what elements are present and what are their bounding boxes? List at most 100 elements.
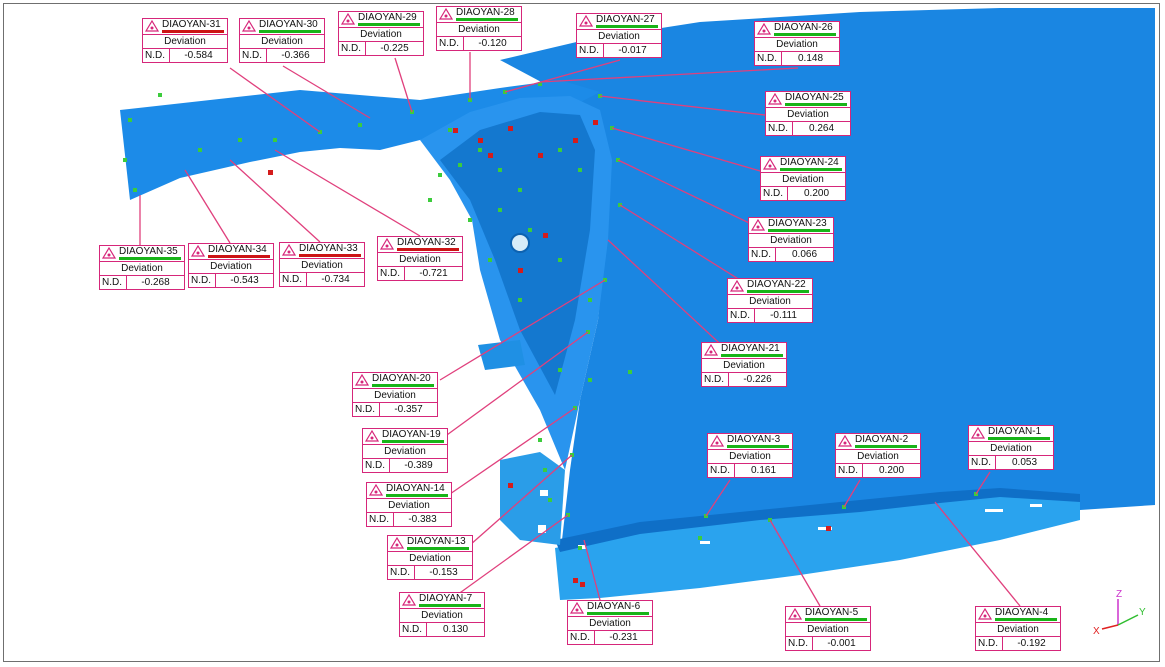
callout-label: Deviation: [353, 389, 437, 403]
measure-icon: [242, 20, 256, 32]
point-marker-green: [578, 546, 582, 550]
callout-nd: N.D.: [728, 309, 755, 322]
callout-title: DIAOYAN-14: [386, 483, 445, 494]
leader-line: [274, 149, 421, 237]
callout-diaoyan-2[interactable]: DIAOYAN-2 Deviation N.D. 0.200: [835, 433, 921, 478]
callout-nd: N.D.: [749, 248, 776, 261]
callout-diaoyan-22[interactable]: DIAOYAN-22 Deviation N.D. -0.111: [727, 278, 813, 323]
point-marker-green: [438, 173, 442, 177]
status-bar: [587, 612, 649, 615]
callout-label: Deviation: [100, 262, 184, 276]
callout-label: Deviation: [437, 23, 521, 37]
point-marker-red: [478, 138, 483, 143]
callout-nd: N.D.: [568, 631, 595, 644]
callout-diaoyan-4[interactable]: DIAOYAN-4 Deviation N.D. -0.192: [975, 606, 1061, 651]
status-bar: [382, 440, 444, 443]
callout-diaoyan-33[interactable]: DIAOYAN-33 Deviation N.D. -0.734: [279, 242, 365, 287]
axis-triad[interactable]: Z Y X: [1090, 585, 1150, 645]
point-marker-green: [128, 118, 132, 122]
callout-diaoyan-20[interactable]: DIAOYAN-20 Deviation N.D. -0.357: [352, 372, 438, 417]
point-marker-green: [123, 158, 127, 162]
point-marker-green: [538, 438, 542, 442]
callout-nd: N.D.: [702, 373, 729, 386]
callout-diaoyan-30[interactable]: DIAOYAN-30 Deviation N.D. -0.366: [239, 18, 325, 63]
point-marker-green: [698, 536, 702, 540]
measure-icon: [763, 158, 777, 170]
status-bar: [208, 255, 270, 258]
callout-nd: N.D.: [836, 464, 863, 477]
callout-diaoyan-26[interactable]: DIAOYAN-26 Deviation N.D. 0.148: [754, 21, 840, 66]
point-marker-red: [508, 126, 513, 131]
point-marker-green: [558, 258, 562, 262]
callout-diaoyan-35[interactable]: DIAOYAN-35 Deviation N.D. -0.268: [99, 245, 185, 290]
callout-value: -0.111: [770, 310, 797, 321]
y-axis: [1117, 614, 1139, 626]
measure-icon: [369, 484, 383, 496]
point-marker-green: [428, 198, 432, 202]
callout-diaoyan-32[interactable]: DIAOYAN-32 Deviation N.D. -0.721: [377, 236, 463, 281]
y-label: Y: [1139, 607, 1146, 618]
callout-value: 0.148: [797, 53, 824, 64]
callout-diaoyan-1[interactable]: DIAOYAN-1 Deviation N.D. 0.053: [968, 425, 1054, 470]
callout-diaoyan-28[interactable]: DIAOYAN-28 Deviation N.D. -0.120: [436, 6, 522, 51]
callout-nd: N.D.: [437, 37, 464, 50]
callout-diaoyan-23[interactable]: DIAOYAN-23 Deviation N.D. 0.066: [748, 217, 834, 262]
callout-label: Deviation: [363, 445, 447, 459]
callout-title: DIAOYAN-20: [372, 373, 431, 384]
scan-model[interactable]: [0, 0, 1165, 667]
callout-label: Deviation: [577, 30, 661, 44]
callout-title: DIAOYAN-27: [596, 14, 655, 25]
3d-viewport[interactable]: DIAOYAN-31 Deviation N.D. -0.584 DIAOYAN-…: [0, 0, 1165, 667]
status-bar: [727, 445, 789, 448]
status-bar: [407, 547, 469, 550]
callout-label: Deviation: [240, 35, 324, 49]
status-bar: [768, 229, 830, 232]
callout-diaoyan-6[interactable]: DIAOYAN-6 Deviation N.D. -0.231: [567, 600, 653, 645]
callout-label: Deviation: [702, 359, 786, 373]
point-marker-green: [478, 148, 482, 152]
mid-bracket[interactable]: [478, 340, 525, 370]
callout-diaoyan-19[interactable]: DIAOYAN-19 Deviation N.D. -0.389: [362, 428, 448, 473]
callout-label: Deviation: [378, 253, 462, 267]
status-bar: [995, 618, 1057, 621]
callout-diaoyan-24[interactable]: DIAOYAN-24 Deviation N.D. 0.200: [760, 156, 846, 201]
callout-diaoyan-3[interactable]: DIAOYAN-3 Deviation N.D. 0.161: [707, 433, 793, 478]
point-marker-red: [453, 128, 458, 133]
callout-label: Deviation: [388, 552, 472, 566]
callout-label: Deviation: [339, 28, 423, 42]
callout-diaoyan-25[interactable]: DIAOYAN-25 Deviation N.D. 0.264: [765, 91, 851, 136]
callout-diaoyan-27[interactable]: DIAOYAN-27 Deviation N.D. -0.017: [576, 13, 662, 58]
callout-nd: N.D.: [363, 459, 390, 472]
status-bar: [780, 168, 842, 171]
callout-nd: N.D.: [378, 267, 405, 280]
measure-icon: [838, 435, 852, 447]
callout-diaoyan-14[interactable]: DIAOYAN-14 Deviation N.D. -0.383: [366, 482, 452, 527]
callout-title: DIAOYAN-34: [208, 244, 267, 255]
callout-diaoyan-31[interactable]: DIAOYAN-31 Deviation N.D. -0.584: [142, 18, 228, 63]
callout-title: DIAOYAN-21: [721, 343, 780, 354]
lower-bracket[interactable]: [500, 452, 565, 545]
callout-value: -0.226: [743, 374, 772, 385]
point-marker-red: [488, 153, 493, 158]
callout-diaoyan-5[interactable]: DIAOYAN-5 Deviation N.D. -0.001: [785, 606, 871, 651]
callout-nd: N.D.: [240, 49, 267, 62]
measure-icon: [102, 247, 116, 259]
measure-icon: [390, 537, 404, 549]
callout-nd: N.D.: [367, 513, 394, 526]
callout-nd: N.D.: [280, 273, 307, 286]
callout-diaoyan-7[interactable]: DIAOYAN-7 Deviation N.D. 0.130: [399, 592, 485, 637]
point-marker-green: [238, 138, 242, 142]
callout-diaoyan-21[interactable]: DIAOYAN-21 Deviation N.D. -0.226: [701, 342, 787, 387]
callout-diaoyan-34[interactable]: DIAOYAN-34 Deviation N.D. -0.543: [188, 243, 274, 288]
callout-value: -0.721: [419, 268, 448, 279]
callout-diaoyan-13[interactable]: DIAOYAN-13 Deviation N.D. -0.153: [387, 535, 473, 580]
point-marker-green: [198, 148, 202, 152]
callout-value: -0.584: [184, 50, 213, 61]
point-marker-green: [273, 138, 277, 142]
point-marker-green: [468, 218, 472, 222]
callout-diaoyan-29[interactable]: DIAOYAN-29 Deviation N.D. -0.225: [338, 11, 424, 56]
point-marker-green: [498, 168, 502, 172]
measure-icon: [704, 344, 718, 356]
point-marker-red: [580, 582, 585, 587]
measure-icon: [145, 20, 159, 32]
